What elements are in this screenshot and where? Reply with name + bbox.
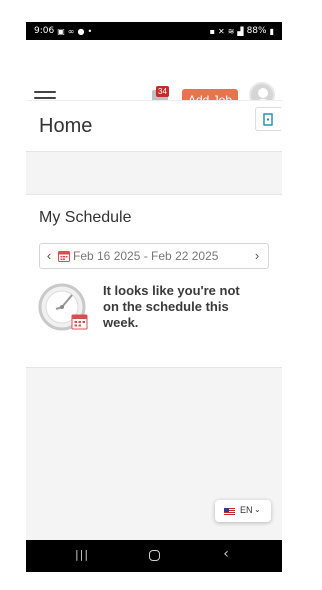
- us-flag-icon: [224, 508, 235, 515]
- calendar-icon: [58, 251, 70, 262]
- page-title: Home: [39, 115, 93, 137]
- language-selector[interactable]: EN ⌄: [215, 500, 271, 522]
- mute-icon: ✕: [218, 26, 225, 36]
- wifi-icon: ≋: [227, 26, 235, 36]
- voicemail-icon: ∞: [67, 26, 75, 36]
- phone-screen: 9:06 ▣ ∞ ● • ▪ ✕ ≋ ▟ 88% ▮ 34 Add Job: [26, 22, 282, 572]
- notification-badge: 34: [156, 86, 169, 97]
- status-bar-right: ▪ ✕ ≋ ▟ 88% ▮: [210, 26, 274, 36]
- home-button[interactable]: [140, 546, 168, 566]
- lock-icon: ▪: [209, 26, 216, 36]
- sign-out-icon: [263, 113, 273, 126]
- signal-icon: ▟: [237, 26, 244, 36]
- status-bar-left: 9:06 ▣ ∞ ● •: [34, 26, 92, 36]
- prev-week-button[interactable]: ‹: [43, 248, 55, 263]
- status-bar: 9:06 ▣ ∞ ● • ▪ ✕ ≋ ▟ 88% ▮: [26, 22, 282, 40]
- empty-schedule-message: It looks like you're not on the schedule…: [103, 283, 240, 330]
- my-schedule-card: My Schedule ‹ Feb 16 2025 - Feb 22 2025 …: [26, 194, 282, 368]
- date-range-picker: ‹ Feb 16 2025 - Feb 22 2025 ›: [39, 243, 269, 269]
- date-range-text[interactable]: Feb 16 2025 - Feb 22 2025: [73, 249, 218, 263]
- schedule-title: My Schedule: [39, 209, 132, 226]
- battery-icon: ▮: [269, 26, 274, 36]
- language-code: EN: [240, 505, 253, 515]
- system-nav-bar: ||| ‹: [26, 540, 282, 572]
- battery-level: 88%: [246, 26, 267, 36]
- page-header: Home: [26, 100, 282, 152]
- clock-calendar-icon: [38, 283, 88, 331]
- recent-apps-button[interactable]: |||: [68, 548, 96, 568]
- image-icon: ▣: [57, 26, 65, 36]
- back-button[interactable]: ‹: [212, 546, 240, 566]
- next-week-button[interactable]: ›: [251, 248, 263, 263]
- status-time: 9:06: [34, 26, 55, 36]
- dot-icon: •: [87, 26, 93, 36]
- sign-out-button[interactable]: [255, 107, 281, 131]
- home-icon: [148, 550, 160, 561]
- chevron-down-icon: ⌄: [254, 505, 261, 514]
- chat-icon: ●: [77, 26, 85, 36]
